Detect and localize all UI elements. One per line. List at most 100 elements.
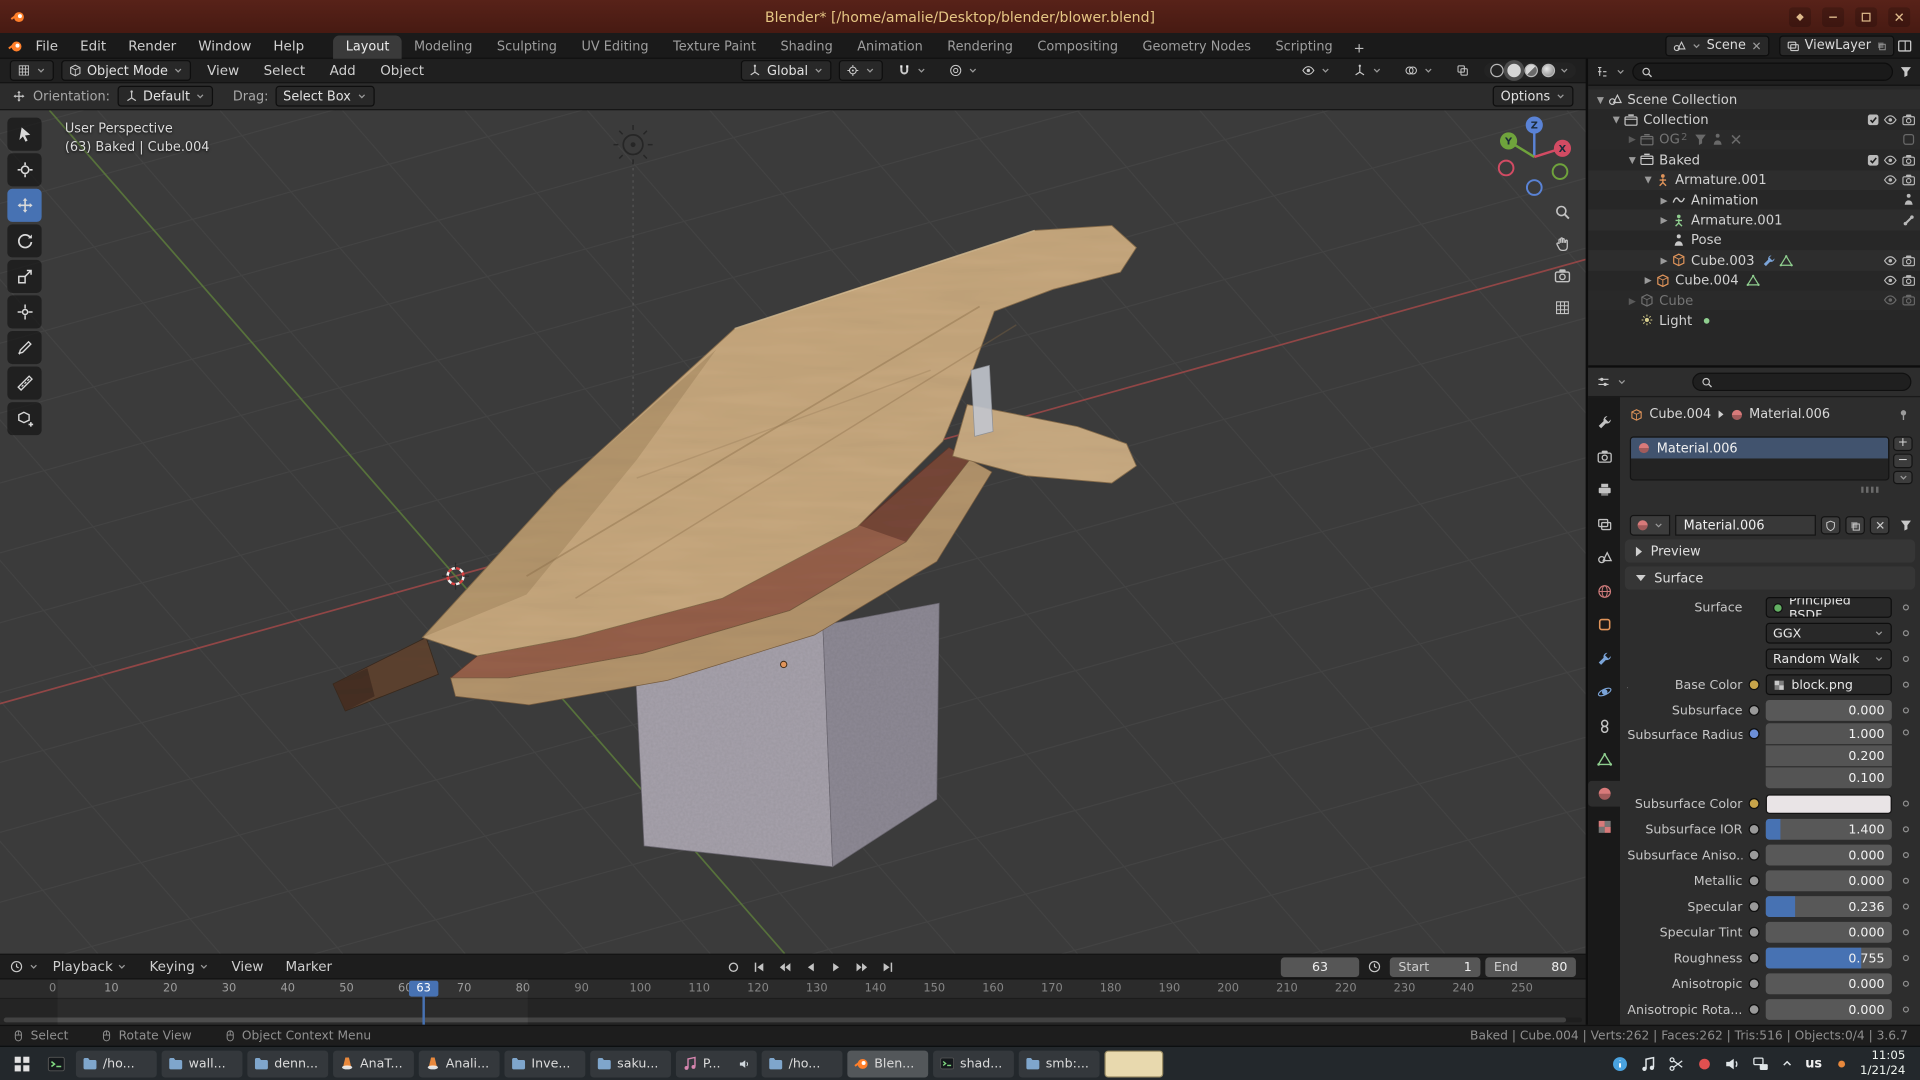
- disclosure-caret[interactable]: ▼: [1625, 154, 1640, 165]
- object-visibility-dropdown[interactable]: [1294, 60, 1338, 81]
- current-frame-field[interactable]: 63: [1281, 957, 1359, 977]
- eye-icon[interactable]: [1883, 293, 1897, 307]
- radius-z-field[interactable]: 0.100: [1766, 767, 1892, 788]
- disclosure-caret[interactable]: ▼: [1641, 174, 1656, 185]
- disclosure-caret[interactable]: ▶: [1625, 295, 1640, 306]
- workspace-tab[interactable]: Scripting: [1263, 35, 1345, 58]
- taskbar-window-button[interactable]: P...: [676, 1050, 757, 1077]
- add-slot-button[interactable]: +: [1893, 436, 1913, 451]
- proportional-edit-toggle[interactable]: [942, 60, 986, 81]
- surface-panel-header[interactable]: Surface: [1625, 566, 1915, 589]
- taskbar-window-button[interactable]: /ho...: [762, 1050, 843, 1077]
- fake-user-button[interactable]: [1821, 516, 1841, 534]
- workspace-tab[interactable]: Animation: [845, 35, 935, 58]
- filter-icon[interactable]: [1899, 65, 1912, 78]
- editor-type-button[interactable]: [10, 60, 54, 81]
- volume-tray-icon[interactable]: [1724, 1055, 1741, 1072]
- ortho-toggle-icon[interactable]: [1554, 299, 1571, 316]
- viewport-menu[interactable]: Add: [321, 60, 364, 81]
- tray-expand-icon[interactable]: [1781, 1057, 1794, 1070]
- workspace-tab[interactable]: Layout: [334, 35, 402, 58]
- outliner-editor-icon[interactable]: [1596, 65, 1609, 78]
- gizmos-dropdown[interactable]: [1346, 60, 1390, 81]
- playhead-frame-badge[interactable]: 63: [409, 981, 438, 997]
- updates-tray-icon[interactable]: [1833, 1055, 1850, 1072]
- tool-button[interactable]: [7, 189, 41, 222]
- start-frame-field[interactable]: Start1: [1390, 957, 1481, 977]
- properties-tab[interactable]: [1589, 544, 1618, 570]
- taskbar-window-button[interactable]: AnaT...: [333, 1050, 414, 1077]
- disclosure-caret[interactable]: ▶: [1657, 194, 1672, 205]
- drag-dropdown[interactable]: Select Box: [276, 86, 374, 107]
- preview-panel-header[interactable]: Preview: [1625, 539, 1915, 562]
- outliner-search-input[interactable]: [1632, 63, 1893, 81]
- properties-tab[interactable]: [1589, 645, 1618, 671]
- properties-tab[interactable]: [1588, 780, 1620, 806]
- taskbar-window-button[interactable]: wall...: [162, 1050, 243, 1077]
- options-dropdown[interactable]: Options: [1493, 86, 1573, 107]
- minimize-button[interactable]: [1822, 7, 1844, 27]
- property-slider[interactable]: 0.000: [1766, 845, 1892, 866]
- timeline-menu[interactable]: View: [223, 956, 272, 977]
- mode-dropdown[interactable]: Object Mode: [61, 60, 191, 81]
- workspace-tab[interactable]: Modeling: [402, 35, 485, 58]
- taskbar-window-button[interactable]: /ho...: [76, 1050, 157, 1077]
- animate-decorator[interactable]: [1898, 903, 1914, 909]
- workspace-tab[interactable]: Compositing: [1025, 35, 1130, 58]
- viewport-3d[interactable]: User Perspective (63) Baked | Cube.004: [0, 110, 1586, 953]
- disclosure-caret[interactable]: ▶: [1625, 134, 1640, 145]
- properties-tab[interactable]: [1589, 511, 1618, 537]
- music-tray-icon[interactable]: [1640, 1055, 1657, 1072]
- taskbar-window-button[interactable]: smb:...: [1019, 1050, 1100, 1077]
- animate-decorator[interactable]: [1898, 800, 1914, 806]
- previous-keyframe-button[interactable]: [774, 957, 796, 977]
- axis-x-neg-ball[interactable]: [1499, 161, 1514, 176]
- disclosure-caret[interactable]: ▶: [1641, 275, 1656, 286]
- subsurface-color-swatch[interactable]: [1766, 794, 1892, 814]
- browse-material-button[interactable]: [1630, 515, 1670, 536]
- taskbar-window-button[interactable]: shad...: [933, 1050, 1014, 1077]
- bone-gizmo[interactable]: [971, 365, 993, 436]
- close-button[interactable]: [1888, 7, 1910, 27]
- surface-shader-select[interactable]: Principled BSDF: [1766, 597, 1892, 618]
- next-keyframe-button[interactable]: [851, 957, 873, 977]
- distribution-select[interactable]: GGX: [1766, 623, 1892, 644]
- property-slider[interactable]: 0.000: [1766, 973, 1892, 994]
- properties-tab[interactable]: [1589, 409, 1618, 435]
- outliner-row[interactable]: ▼ Baked: [1588, 150, 1920, 170]
- app-menu-button[interactable]: [7, 1050, 36, 1077]
- material-slot[interactable]: Material.006: [1631, 438, 1888, 459]
- timeline-menu[interactable]: Keying: [141, 956, 218, 977]
- snap-toggle[interactable]: [890, 60, 934, 81]
- outliner-row[interactable]: ▼ Collection: [1588, 110, 1920, 130]
- copy-icon[interactable]: [1876, 40, 1887, 51]
- tool-button[interactable]: [7, 153, 41, 186]
- scene-selector[interactable]: Scene: [1665, 35, 1769, 56]
- pan-hand-icon[interactable]: [1554, 235, 1571, 252]
- property-slider[interactable]: 0.000: [1766, 999, 1892, 1020]
- terminal-launcher[interactable]: [42, 1050, 71, 1077]
- properties-tab[interactable]: [1589, 747, 1618, 773]
- pin-icon[interactable]: [1897, 408, 1910, 421]
- breadcrumb-object[interactable]: Cube.004: [1649, 407, 1711, 422]
- workspace-tab[interactable]: UV Editing: [569, 35, 661, 58]
- orientation-dropdown[interactable]: Default: [117, 86, 213, 107]
- topbar-menu[interactable]: File: [26, 35, 68, 56]
- outliner-row[interactable]: Pose: [1588, 230, 1920, 250]
- tool-button[interactable]: [7, 331, 41, 364]
- overlays-dropdown[interactable]: [1397, 60, 1441, 81]
- disclosure-caret[interactable]: ▶: [1657, 215, 1672, 226]
- color-swatch-window-button[interactable]: [1104, 1050, 1163, 1077]
- workspace-tab[interactable]: Geometry Nodes: [1130, 35, 1263, 58]
- properties-tab[interactable]: [1589, 578, 1618, 604]
- animate-decorator[interactable]: [1898, 729, 1914, 735]
- playhead[interactable]: 63: [409, 979, 438, 1024]
- material-slot-list[interactable]: Material.006: [1630, 436, 1890, 480]
- use-preview-range-icon[interactable]: [1368, 960, 1381, 973]
- taskbar-window-button[interactable]: saku...: [590, 1050, 671, 1077]
- viewlayer-selector[interactable]: ViewLayer: [1779, 35, 1894, 56]
- bone-icon[interactable]: [1901, 213, 1915, 227]
- jump-to-end-button[interactable]: [877, 957, 899, 977]
- taskbar-window-button[interactable]: Blen...: [847, 1050, 928, 1077]
- person-icon[interactable]: [1901, 193, 1915, 207]
